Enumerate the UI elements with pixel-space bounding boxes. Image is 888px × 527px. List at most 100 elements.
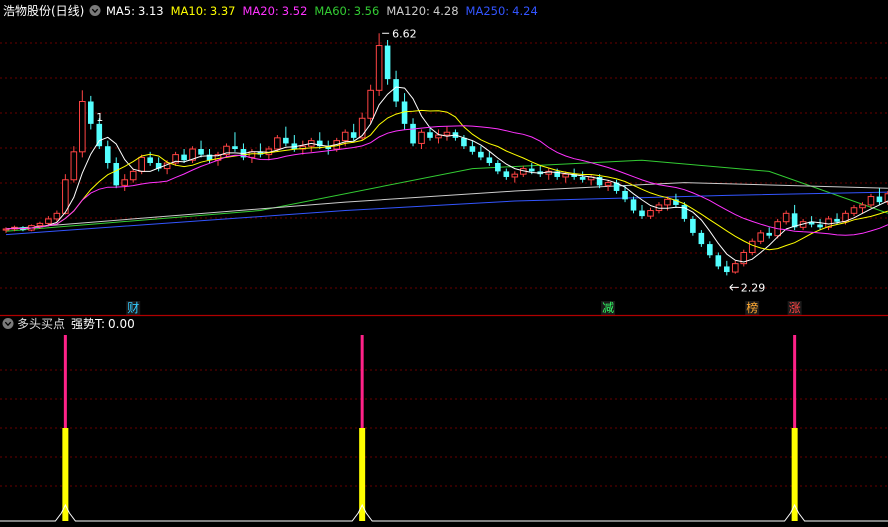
candle[interactable]	[817, 218, 823, 231]
event-marker-label: 减	[602, 301, 614, 315]
candle[interactable]	[478, 146, 484, 161]
low-price-label: 2.29	[741, 281, 766, 294]
indicator-line	[0, 503, 888, 522]
candle[interactable]	[511, 171, 519, 183]
candle[interactable]	[299, 140, 307, 155]
candle-body	[45, 218, 52, 224]
signal-bar[interactable]	[62, 335, 69, 521]
candle[interactable]	[70, 146, 78, 183]
candle-body	[639, 210, 645, 217]
candle[interactable]	[545, 168, 553, 180]
candle[interactable]	[740, 249, 748, 267]
candle[interactable]	[172, 151, 179, 166]
main-chart-menu-icon[interactable]	[89, 5, 101, 16]
candle[interactable]	[443, 126, 451, 141]
candle[interactable]	[486, 151, 493, 166]
event-marker[interactable]: 涨	[787, 300, 802, 315]
reference-line-ma250	[5, 191, 888, 236]
candle[interactable]	[129, 168, 137, 183]
candle-body	[232, 146, 238, 150]
candle[interactable]	[766, 227, 772, 239]
sub-chart-menu-icon[interactable]	[2, 318, 14, 329]
candle[interactable]	[537, 165, 544, 177]
candle-body	[70, 151, 78, 181]
candle[interactable]	[189, 146, 196, 163]
event-marker[interactable]: 财	[126, 301, 141, 315]
candle[interactable]	[867, 193, 875, 208]
candle-body	[147, 157, 153, 163]
candle[interactable]	[2, 227, 10, 233]
candle[interactable]	[757, 230, 765, 245]
candle[interactable]	[240, 143, 247, 161]
event-marker[interactable]: 榜	[745, 300, 760, 315]
candle[interactable]	[748, 238, 756, 256]
candle[interactable]	[782, 210, 790, 225]
candle[interactable]	[316, 132, 323, 150]
candle[interactable]	[698, 230, 705, 247]
candle[interactable]	[715, 252, 722, 270]
candle[interactable]	[79, 90, 86, 158]
candle[interactable]	[731, 260, 739, 274]
candle[interactable]	[724, 260, 730, 276]
candle-body	[375, 45, 383, 91]
candle[interactable]	[630, 196, 637, 214]
candle[interactable]	[198, 140, 204, 158]
main-panel-candles[interactable]	[2, 33, 888, 276]
candle-body	[579, 176, 586, 180]
signal-bar[interactable]	[791, 335, 798, 521]
candle[interactable]	[257, 143, 264, 158]
candle[interactable]	[88, 95, 94, 130]
candle-body	[748, 240, 756, 253]
main-chart-title: 浩物股份(日线)	[3, 4, 84, 18]
candle[interactable]	[579, 171, 586, 183]
candle[interactable]	[307, 137, 315, 152]
candle[interactable]	[410, 118, 416, 147]
candle[interactable]	[104, 140, 111, 169]
candle[interactable]	[850, 204, 858, 217]
sub-panel-signals[interactable]	[0, 335, 888, 522]
candle[interactable]	[325, 140, 332, 155]
candle[interactable]	[690, 216, 696, 236]
candle[interactable]	[469, 140, 476, 155]
candle[interactable]	[613, 179, 620, 194]
candle[interactable]	[113, 157, 120, 189]
candle[interactable]	[232, 132, 238, 152]
candle[interactable]	[418, 129, 425, 150]
ma-legend-value: 4.28	[433, 4, 459, 18]
candle-body	[850, 207, 858, 214]
signal-bar[interactable]	[359, 335, 366, 521]
candle-body	[647, 210, 654, 217]
candle[interactable]	[503, 168, 510, 180]
candle[interactable]	[121, 174, 129, 191]
candle[interactable]	[495, 160, 501, 175]
candle[interactable]	[639, 204, 645, 219]
candle-body	[757, 232, 765, 242]
candle[interactable]	[248, 149, 256, 163]
ma-legend-value: 3.56	[354, 4, 380, 18]
candle[interactable]	[647, 207, 654, 219]
high-price-label: 6.62	[392, 27, 417, 40]
candle[interactable]	[876, 188, 883, 205]
candle[interactable]	[223, 143, 230, 158]
event-marker-label: 榜	[746, 300, 758, 315]
candle[interactable]	[350, 123, 357, 141]
chart-stage[interactable]: 6.62 2.29 1 财 减 榜 涨 浩物股份(日线) MA5: 3.13 MA10: 3.37…	[0, 0, 888, 527]
candle-body	[350, 132, 357, 138]
candle-body	[630, 199, 637, 211]
candle[interactable]	[435, 129, 442, 144]
candle[interactable]	[384, 39, 391, 85]
candle[interactable]	[283, 126, 289, 147]
candle-body	[427, 132, 433, 138]
candle-body	[715, 255, 722, 267]
event-marker-label: 财	[127, 301, 139, 315]
candle-body	[681, 204, 688, 219]
candle[interactable]	[587, 174, 595, 186]
candle[interactable]	[707, 241, 713, 259]
ma-marker-label: 1	[96, 111, 103, 124]
candle[interactable]	[622, 185, 628, 203]
event-marker[interactable]: 减	[601, 301, 616, 315]
ma-legend-value: 4.24	[512, 4, 538, 18]
candle[interactable]	[367, 84, 374, 124]
candle-body	[367, 89, 374, 119]
sub-chart-title: 多头买点	[17, 317, 65, 331]
